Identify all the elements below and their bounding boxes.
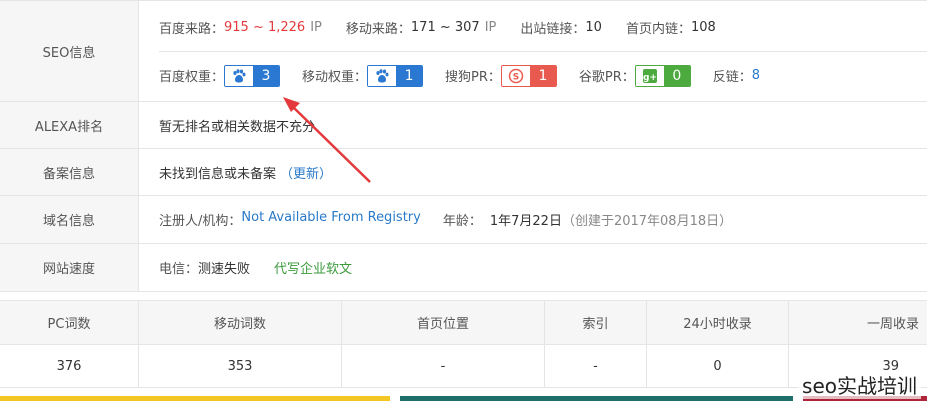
speed-row: 网站速度 电信： 测速失败 代写企业软文 [0,244,927,292]
alexa-row: ALEXA排名 暂无排名或相关数据不充分 [0,102,927,149]
sogou-logo-icon: S [501,65,530,86]
header-week-indexed: 一周收录 [866,317,919,332]
icp-content: 未找到信息或未备案 （更新） [139,149,927,195]
rank-table-header: PC词数 移动词数 首页位置 索引 24小时收录 一周收录 [0,301,927,345]
domain-age-label: 年龄： [442,214,482,229]
domain-label: 域名信息 [0,196,139,243]
svg-text:S: S [513,72,519,82]
cell-home-position: - [342,345,545,387]
home-links-value: 108 [690,19,716,35]
header-mobile-words: 移动词数 [139,301,342,344]
baidu-paw-icon [368,65,397,86]
speed-content: 电信： 测速失败 代写企业软文 [139,244,927,291]
registrant-label: 注册人/机构： [159,214,242,229]
sogou-pr-badge[interactable]: S 1 [500,64,557,87]
google-pr-label: 谷歌PR： [578,70,635,85]
alexa-content: 暂无排名或相关数据不充分 [139,102,927,148]
header-home-position: 首页位置 [342,301,545,344]
baidu-traffic-label: 百度来路： [159,21,225,37]
seo-traffic-line: 百度来路： 915 ~ 1,226 IP 移动来路： 171 ~ 307 IP … [159,3,927,51]
cell-pc-words: 376 [0,345,139,387]
cell-24h-indexed: 0 [647,345,789,387]
seo-info-row: SEO信息 百度来路： 915 ~ 1,226 IP 移动来路： 171 ~ 3… [0,1,927,102]
sogou-pr-label: 搜狗PR： [445,70,501,85]
backlinks-label: 反链： [712,70,752,85]
icp-line: 未找到信息或未备案 （更新） [159,163,927,182]
google-pr-value: 0 [663,65,690,86]
alexa-label: ALEXA排名 [0,102,139,148]
speed-label: 网站速度 [0,244,139,291]
mobile-traffic-value: 171 ~ 307 [410,19,480,35]
header-index: 索引 [545,301,647,344]
domain-content: 注册人/机构： Not Available From Registry 年龄： … [139,196,927,243]
mobile-weight-value: 1 [396,65,423,86]
domain-row: 域名信息 注册人/机构： Not Available From Registry… [0,196,927,244]
site-info-table: SEO信息 百度来路： 915 ~ 1,226 IP 移动来路： 171 ~ 3… [0,0,927,292]
mobile-weight-label: 移动权重： [302,70,368,85]
svg-text:g+: g+ [643,73,657,83]
seo-info-content: 百度来路： 915 ~ 1,226 IP 移动来路： 171 ~ 307 IP … [139,1,927,101]
keyword-rank-table: PC词数 移动词数 首页位置 索引 24小时收录 一周收录 376 353 - … [0,300,927,388]
domain-age-value: 1年7月22日 [489,214,562,229]
bottom-strip-yellow [0,396,390,401]
cell-mobile-words: 353 [139,345,342,387]
sogou-pr-value: 1 [529,65,556,86]
baidu-weight-value: 3 [253,65,280,86]
baidu-weight-badge[interactable]: 3 [224,64,281,87]
google-pr-badge[interactable]: g+ 0 [634,64,691,87]
mobile-weight-badge[interactable]: 1 [367,64,424,87]
icp-value: 未找到信息或未备案 [159,166,277,182]
icp-row: 备案信息 未找到信息或未备案 （更新） [0,149,927,196]
speed-line: 电信： 测速失败 代写企业软文 [159,258,927,277]
icp-label: 备案信息 [0,149,139,195]
mobile-traffic-unit: IP [484,19,497,35]
baidu-traffic-value: 915 ~ 1,226 [224,19,306,35]
seo-weight-line: 百度权重： 3 移动权重： 1 搜狗PR： S 1 谷歌PR： g+ 0 反链：… [159,51,927,99]
outbound-links-value: 10 [585,19,602,35]
telecom-label: 电信： [159,262,199,277]
ad-link[interactable]: 代写企业软文 [274,258,352,277]
bottom-strip-teal [400,396,793,401]
icp-refresh-link[interactable]: （更新） [280,163,332,182]
baidu-paw-icon [225,65,254,86]
header-24h-indexed: 24小时收录 [647,301,789,344]
baidu-weight-label: 百度权重： [159,70,225,85]
header-pc-words: PC词数 [0,301,139,344]
alexa-value: 暂无排名或相关数据不充分 [159,119,316,135]
home-links-label: 首页内链： [625,21,691,37]
backlinks-link[interactable]: 8 [752,68,760,83]
registrant-link[interactable]: Not Available From Registry [241,210,420,229]
watermark: seo实战培训 [798,370,921,399]
google-plus-icon: g+ [635,65,664,86]
baidu-traffic-unit: IP [310,19,322,35]
seo-info-label: SEO信息 [0,1,139,101]
outbound-links-label: 出站链接： [520,21,586,37]
telecom-value: 测速失败 [198,262,251,277]
rank-table-row: 376 353 - - 0 39 [0,345,927,388]
mobile-traffic-label: 移动来路： [345,21,411,37]
domain-line: 注册人/机构： Not Available From Registry 年龄： … [159,210,927,229]
domain-created-date: （创建于2017年08月18日） [561,214,733,229]
cell-index: - [545,345,647,387]
